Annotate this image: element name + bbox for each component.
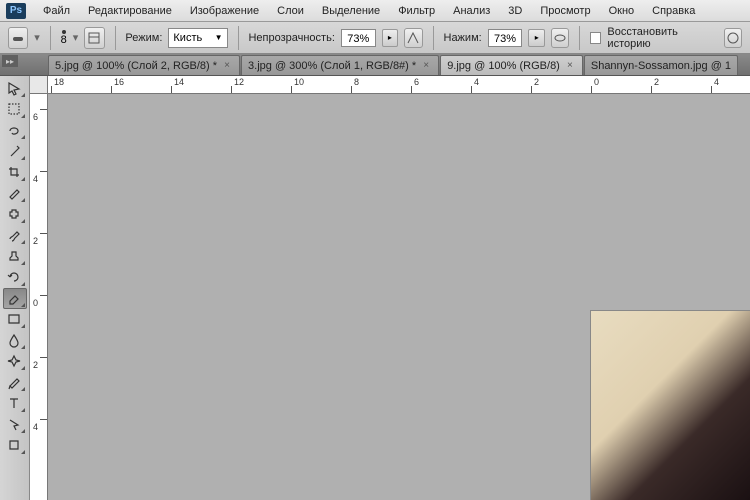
brush-tool[interactable] [3,225,27,246]
opacity-pressure-icon[interactable] [404,28,422,48]
dodge-tool[interactable] [3,351,27,372]
ruler-tick: 10 [294,77,304,87]
horizontal-ruler[interactable]: 18 16 14 12 10 8 6 4 2 0 2 4 [48,76,750,94]
active-tool-icon[interactable] [8,27,28,49]
flow-label: Нажим: [444,32,482,44]
close-icon[interactable]: × [420,60,432,72]
tablet-pressure-icon[interactable] [724,28,742,48]
ruler-tick: 4 [474,77,479,87]
expand-tabs-button[interactable]: ▸▸ [2,55,18,67]
options-bar: ▾ 8 ▾ Режим: Кисть▼ Непрозрачность: 73% … [0,22,750,54]
ruler-tick: 12 [234,77,244,87]
ruler-tick: 2 [33,360,38,370]
type-tool[interactable] [3,393,27,414]
document-tab[interactable]: 9.jpg @ 100% (RGB/8) × [440,55,583,75]
flow-input[interactable]: 73% [488,29,523,47]
path-select-tool[interactable] [3,414,27,435]
vertical-ruler[interactable]: 6 4 2 0 2 4 [30,94,48,500]
eyedropper-tool[interactable] [3,183,27,204]
document-tab[interactable]: 5.jpg @ 100% (Слой 2, RGB/8) * × [48,55,240,75]
menu-Фильтр[interactable]: Фильтр [389,5,444,17]
menu-Слои[interactable]: Слои [268,5,313,17]
tab-label: 5.jpg @ 100% (Слой 2, RGB/8) * [55,60,217,72]
ruler-tick: 6 [33,112,38,122]
menu-Анализ[interactable]: Анализ [444,5,499,17]
ruler-tick: 4 [33,422,38,432]
history-label: Восстановить историю [607,26,713,50]
ruler-tick: 14 [174,77,184,87]
ruler-tick: 8 [354,77,359,87]
flow-flyout[interactable]: ▸ [528,29,545,47]
menu-Окно[interactable]: Окно [600,5,644,17]
menu-Файл[interactable]: Файл [34,5,79,17]
tab-label: 9.jpg @ 100% (RGB/8) [447,60,560,72]
photoshop-logo: Ps [6,3,26,19]
mode-label: Режим: [125,32,162,44]
stamp-tool[interactable] [3,246,27,267]
document-tab[interactable]: Shannyn-Sossamon.jpg @ 1 [584,55,738,75]
blur-tool[interactable] [3,330,27,351]
document-tab-bar: 5.jpg @ 100% (Слой 2, RGB/8) *×3.jpg @ 3… [0,54,750,76]
crop-tool[interactable] [3,162,27,183]
ruler-tick: 18 [54,77,64,87]
menu-Просмотр[interactable]: Просмотр [531,5,599,17]
ruler-tick: 0 [594,77,599,87]
ruler-tick: 2 [33,236,38,246]
ruler-tick: 6 [414,77,419,87]
menu-bar: Ps ФайлРедактированиеИзображениеСлоиВыде… [0,0,750,22]
tab-label: Shannyn-Sossamon.jpg @ 1 [591,60,731,72]
document-tab[interactable]: 3.jpg @ 300% (Слой 1, RGB/8#) * × [241,55,439,75]
document-canvas[interactable] [590,310,750,500]
move-tool[interactable] [3,78,27,99]
opacity-flyout[interactable]: ▸ [382,29,399,47]
menu-Изображение[interactable]: Изображение [181,5,268,17]
menu-Выделение[interactable]: Выделение [313,5,389,17]
tab-label: 3.jpg @ 300% (Слой 1, RGB/8#) * [248,60,416,72]
rectangle-tool[interactable] [3,435,27,456]
opacity-label: Непрозрачность: [248,32,334,44]
canvas-area: 18 16 14 12 10 8 6 4 2 0 2 4 6 4 2 0 2 4 [30,76,750,500]
ruler-tick: 2 [534,77,539,87]
close-icon[interactable]: × [221,60,233,72]
history-checkbox[interactable] [590,32,601,44]
ruler-origin[interactable] [30,76,48,94]
ruler-tick: 4 [714,77,719,87]
pen-tool[interactable] [3,372,27,393]
ruler-tick: 4 [33,174,38,184]
ruler-tick: 0 [33,298,38,308]
brush-preset-picker[interactable]: 8 [61,30,67,46]
brush-panel-icon[interactable] [84,27,104,49]
close-icon[interactable]: × [564,60,576,72]
airbrush-icon[interactable] [551,28,569,48]
menu-3D[interactable]: 3D [499,5,531,17]
marquee-rect-tool[interactable] [3,99,27,120]
toolbox [0,76,30,500]
ruler-tick: 2 [654,77,659,87]
magic-wand-tool[interactable] [3,141,27,162]
lasso-tool[interactable] [3,120,27,141]
opacity-input[interactable]: 73% [341,29,376,47]
menu-Справка[interactable]: Справка [643,5,704,17]
eraser-tool[interactable] [3,288,27,309]
mode-select[interactable]: Кисть▼ [168,28,227,48]
healing-tool[interactable] [3,204,27,225]
menu-Редактирование[interactable]: Редактирование [79,5,181,17]
gradient-tool[interactable] [3,309,27,330]
history-brush-tool[interactable] [3,267,27,288]
ruler-tick: 16 [114,77,124,87]
